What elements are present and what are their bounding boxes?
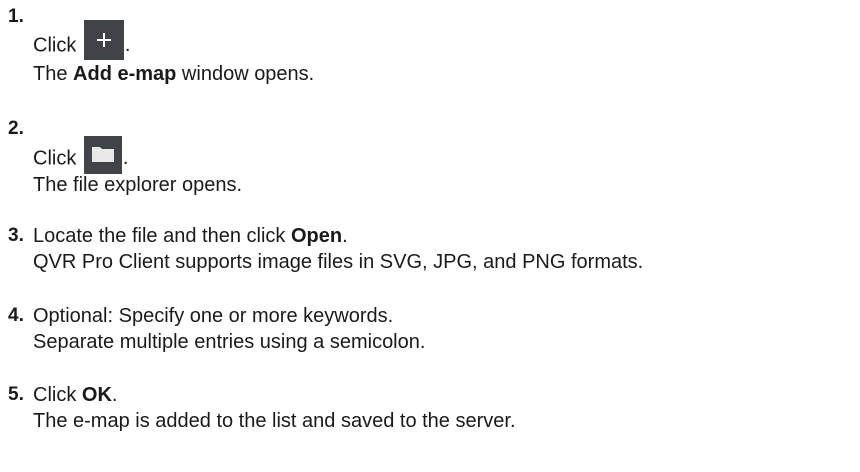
period: . <box>111 384 118 406</box>
step-number: 3. <box>8 225 24 246</box>
step-number: 1. <box>8 6 24 27</box>
instruction-text: Locate the file and then click <box>33 225 291 247</box>
window-name: Add e-map <box>73 63 177 85</box>
ok-label: OK <box>81 384 112 406</box>
period: . <box>122 147 129 170</box>
open-label: Open <box>290 225 343 247</box>
step-instruction: Click . <box>33 20 131 66</box>
step-instruction: Optional: Specify one or more keywords. <box>33 305 394 327</box>
click-text: Click <box>33 147 77 170</box>
step-result: Separate multiple entries using a semico… <box>33 331 426 353</box>
step-number: 2. <box>8 118 24 139</box>
instruction-text: Click <box>33 384 82 406</box>
folder-icon[interactable] <box>83 136 122 174</box>
step-number: 4. <box>8 305 24 326</box>
step-result: The e-map is added to the list and saved… <box>33 410 516 432</box>
result-text: window opens. <box>176 63 315 85</box>
plus-icon[interactable] <box>83 20 124 60</box>
period: . <box>342 225 348 247</box>
click-text: Click <box>33 34 77 57</box>
step-number: 5. <box>8 384 24 405</box>
step-result: The Add e-map window opens. <box>33 62 314 86</box>
step-instruction: Click OK. <box>33 383 117 407</box>
period: . <box>124 34 131 57</box>
step-result: The file explorer opens. <box>33 174 243 196</box>
step-instruction: Locate the file and then click Open. <box>33 224 348 248</box>
step-result: QVR Pro Client supports image files in S… <box>33 251 644 273</box>
result-text: The <box>33 63 74 85</box>
